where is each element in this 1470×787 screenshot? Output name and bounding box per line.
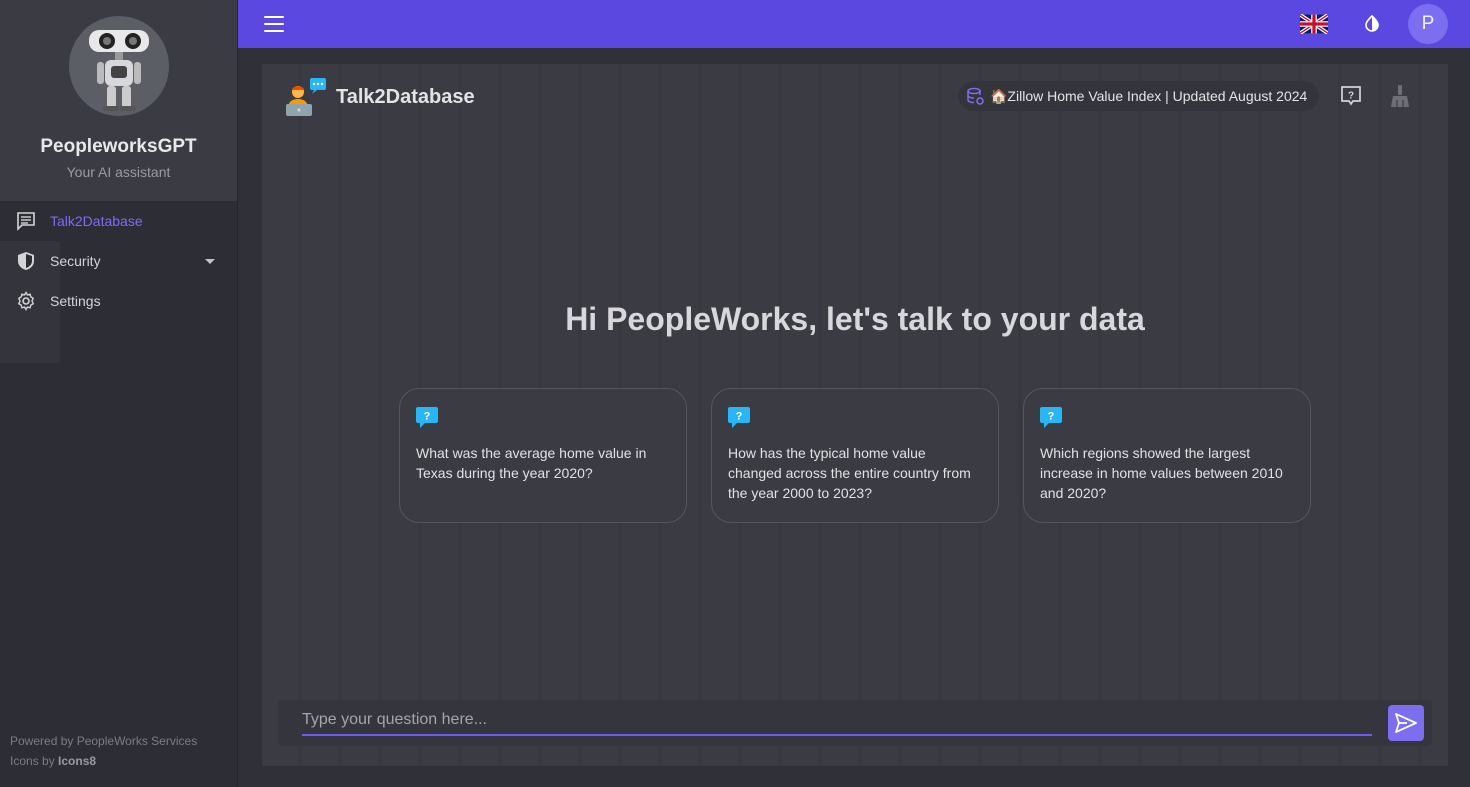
sidebar-item-label: Settings <box>50 293 101 309</box>
gear-icon <box>16 291 36 311</box>
sidebar-item-security[interactable]: Security <box>0 241 237 281</box>
send-icon <box>1395 713 1417 733</box>
greeting-heading: Hi PeopleWorks, let's talk to your data <box>565 301 1145 337</box>
broom-icon[interactable] <box>1389 84 1411 108</box>
sidebar-item-label: Security <box>50 253 101 269</box>
help-icon[interactable]: ? <box>1340 85 1362 107</box>
powered-by-text: Powered by PeopleWorks Services <box>10 734 198 748</box>
suggestion-text: Which regions showed the largest increas… <box>1040 445 1283 501</box>
page-title: Talk2Database <box>336 85 475 108</box>
talk2database-logo-icon <box>284 78 328 116</box>
database-name: 🏠Zillow Home Value Index | Updated Augus… <box>990 87 1308 104</box>
suggestion-text: What was the average home value in Texas… <box>416 445 647 481</box>
user-avatar[interactable]: P <box>1408 4 1448 44</box>
robot-avatar <box>68 16 169 116</box>
sidebar-item-talk2database[interactable]: Talk2Database <box>0 201 237 241</box>
sidebar-item-label: Talk2Database <box>50 213 143 229</box>
sidebar-item-settings[interactable]: Settings <box>0 281 237 321</box>
question-input-bar <box>278 700 1432 746</box>
hamburger-icon[interactable] <box>264 16 284 32</box>
app-title: Talk2Database <box>284 78 475 116</box>
uk-flag-icon[interactable] <box>1300 14 1328 34</box>
question-input[interactable] <box>302 706 1372 736</box>
contrast-icon[interactable] <box>1362 14 1382 34</box>
profile-header: PeopleworksGPT Your AI assistant <box>0 0 237 201</box>
svg-text:?: ? <box>1348 91 1354 102</box>
suggestion-card[interactable]: ? Which regions showed the largest incre… <box>1023 388 1311 523</box>
suggestion-text: How has the typical home value changed a… <box>728 445 971 501</box>
topbar: P <box>238 0 1470 48</box>
sidebar-nav: Talk2Database Security Settings <box>0 201 237 321</box>
chat-icon <box>16 211 36 231</box>
svg-text:?: ? <box>736 411 743 423</box>
brand-tagline: Your AI assistant <box>66 164 171 180</box>
svg-text:?: ? <box>1048 411 1055 423</box>
question-bubble-icon: ? <box>416 407 438 429</box>
chevron-down-icon[interactable] <box>205 259 215 264</box>
database-icon <box>966 87 984 105</box>
database-selector[interactable]: 🏠Zillow Home Value Index | Updated Augus… <box>958 81 1320 111</box>
sidebar: PeopleworksGPT Your AI assistant Talk2Da… <box>0 0 238 787</box>
sidebar-footer: Powered by PeopleWorks Services Icons by… <box>10 731 197 771</box>
question-bubble-icon: ? <box>728 407 750 429</box>
icons8-link[interactable]: Icons8 <box>58 754 96 768</box>
send-button[interactable] <box>1388 705 1424 741</box>
shield-icon <box>16 251 36 271</box>
brand-name: PeopleworksGPT <box>40 136 197 157</box>
icons-credit: Icons by Icons8 <box>10 754 97 768</box>
suggestion-card[interactable]: ? How has the typical home value changed… <box>711 388 999 523</box>
question-bubble-icon: ? <box>1040 407 1062 429</box>
suggestion-card[interactable]: ? What was the average home value in Tex… <box>399 388 687 523</box>
suggestion-cards: ? What was the average home value in Tex… <box>399 388 1311 523</box>
chat-panel: Talk2Database 🏠Zillow Home Value Index |… <box>262 64 1448 766</box>
svg-text:?: ? <box>424 411 431 423</box>
